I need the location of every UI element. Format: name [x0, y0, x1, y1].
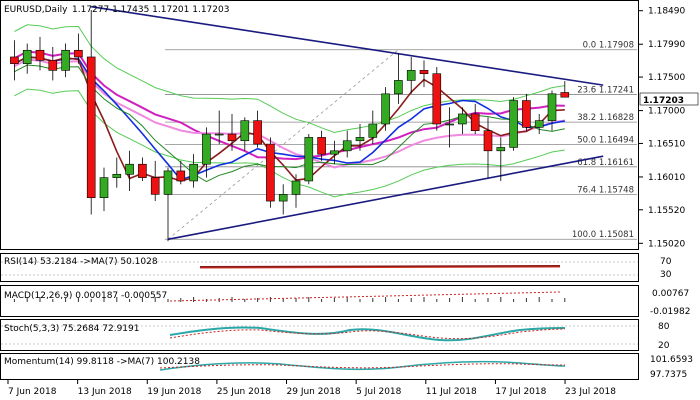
- price-tick-label: 1.16510: [648, 139, 685, 149]
- candle-body: [112, 173, 122, 178]
- candle-body: [445, 123, 454, 126]
- candle-body: [342, 140, 352, 152]
- momentum-label: Momentum(14) 99.8118 ->MA(7) 100.2138: [4, 357, 200, 367]
- candle-body: [278, 194, 288, 202]
- date-tick-label: 25 Jun 2018: [217, 387, 271, 397]
- stoch-label: Stoch(5,3,3) 75.2684 72.9191: [4, 324, 139, 334]
- candle-body: [48, 60, 58, 71]
- price-tick-label: 1.17000: [648, 107, 685, 117]
- candle-body: [458, 113, 467, 125]
- date-tick-label: 7 Jun 2018: [8, 387, 57, 397]
- price-tick-label: 1.16010: [648, 173, 685, 183]
- rsi-label: RSI(14) 53.2184 ->MA(7) 50.1028: [4, 257, 158, 267]
- fib-label: 38.2 1.16828: [577, 113, 634, 123]
- stoch-tick-20: 20: [658, 341, 670, 351]
- candle-body: [150, 177, 160, 195]
- rsi-tick-30: 30: [660, 270, 672, 280]
- price-axis: 1.18490 1.17990 1.17500 1.17000 1.16510 1.160…: [638, 7, 685, 249]
- candle-body: [214, 133, 224, 136]
- candle-body: [189, 163, 198, 182]
- fib-label: 0.0 1.17908: [583, 41, 634, 51]
- chart-title: EURUSD,Daily: [4, 5, 68, 15]
- fib-label: 23.6 1.17241: [577, 85, 634, 95]
- momentum-tick-high: 101.6593: [650, 355, 693, 365]
- chart-canvas: 0.0 1.17908 23.6 1.17241 38.2 1.16828 50.0 …: [0, 0, 699, 397]
- ohlc-readout: 1.17277 1.17435 1.17201 1.17203: [72, 5, 229, 15]
- date-tick-label: 19 Jun 2018: [147, 387, 201, 397]
- candle-body: [419, 70, 429, 75]
- fib-label: 50.0 1.16494: [577, 136, 634, 146]
- candle-body: [61, 49, 70, 71]
- candle-body: [125, 163, 134, 175]
- date-tick-label: 5 Jul 2018: [356, 387, 401, 397]
- candle-body: [163, 170, 173, 195]
- candle-body: [74, 49, 83, 58]
- price-tick-label: 1.15520: [648, 206, 685, 216]
- candle-body: [509, 100, 518, 148]
- candle-body: [522, 100, 531, 128]
- momentum-tick-low: 97.7375: [650, 370, 687, 380]
- candle-body: [266, 143, 275, 202]
- candle-body: [394, 80, 403, 95]
- candle-body: [22, 49, 32, 64]
- candle-body: [534, 120, 544, 128]
- candle-body: [35, 49, 45, 61]
- candle-body: [138, 163, 147, 178]
- candle-body: [547, 93, 557, 121]
- price-tick-label: 1.17990: [648, 40, 685, 50]
- candle-body: [483, 130, 493, 152]
- candle-body: [240, 120, 250, 142]
- date-tick-label: 11 Jul 2018: [426, 387, 477, 397]
- candle-body: [355, 137, 365, 142]
- candle-body: [406, 70, 416, 81]
- date-tick-label: 17 Jul 2018: [495, 387, 546, 397]
- candle-body: [202, 133, 211, 165]
- candle-body: [330, 150, 339, 155]
- candle-body: [381, 93, 390, 125]
- rsi-tick-70: 70: [660, 257, 672, 267]
- price-tick-label: 1.18490: [648, 7, 685, 17]
- date-tick-label: 23 Jul 2018: [565, 387, 616, 397]
- candle-body: [227, 133, 237, 142]
- fib-label: 100.0 1.15081: [572, 230, 634, 240]
- candle-body: [317, 137, 326, 155]
- macd-tick-low: -0.01982: [650, 307, 690, 317]
- candle-body: [304, 137, 314, 182]
- date-axis: 7 Jun 2018 13 Jun 2018 19 Jun 2018 25 Jun 2…: [7, 380, 616, 397]
- candle-body: [253, 120, 262, 145]
- date-tick-label: 13 Jun 2018: [78, 387, 132, 397]
- stoch-tick-80: 80: [658, 322, 670, 332]
- macd-tick-high: 0.00767: [652, 289, 689, 299]
- price-tick-label: 1.17500: [648, 73, 685, 83]
- candle-body: [496, 147, 506, 152]
- fib-label: 76.4 1.15748: [577, 186, 634, 196]
- candle-body: [176, 170, 186, 182]
- price-tick-label: 1.15020: [648, 239, 685, 249]
- candle-body: [10, 56, 19, 64]
- candle-body: [470, 113, 480, 131]
- current-price-label: 1.17203: [643, 96, 684, 106]
- candle-body: [291, 180, 301, 195]
- candle-body: [368, 123, 378, 138]
- date-tick-label: 29 Jun 2018: [287, 387, 341, 397]
- candle-body: [99, 177, 109, 199]
- candle-body: [432, 73, 442, 125]
- candle-body: [86, 56, 96, 199]
- candle-body: [560, 92, 570, 98]
